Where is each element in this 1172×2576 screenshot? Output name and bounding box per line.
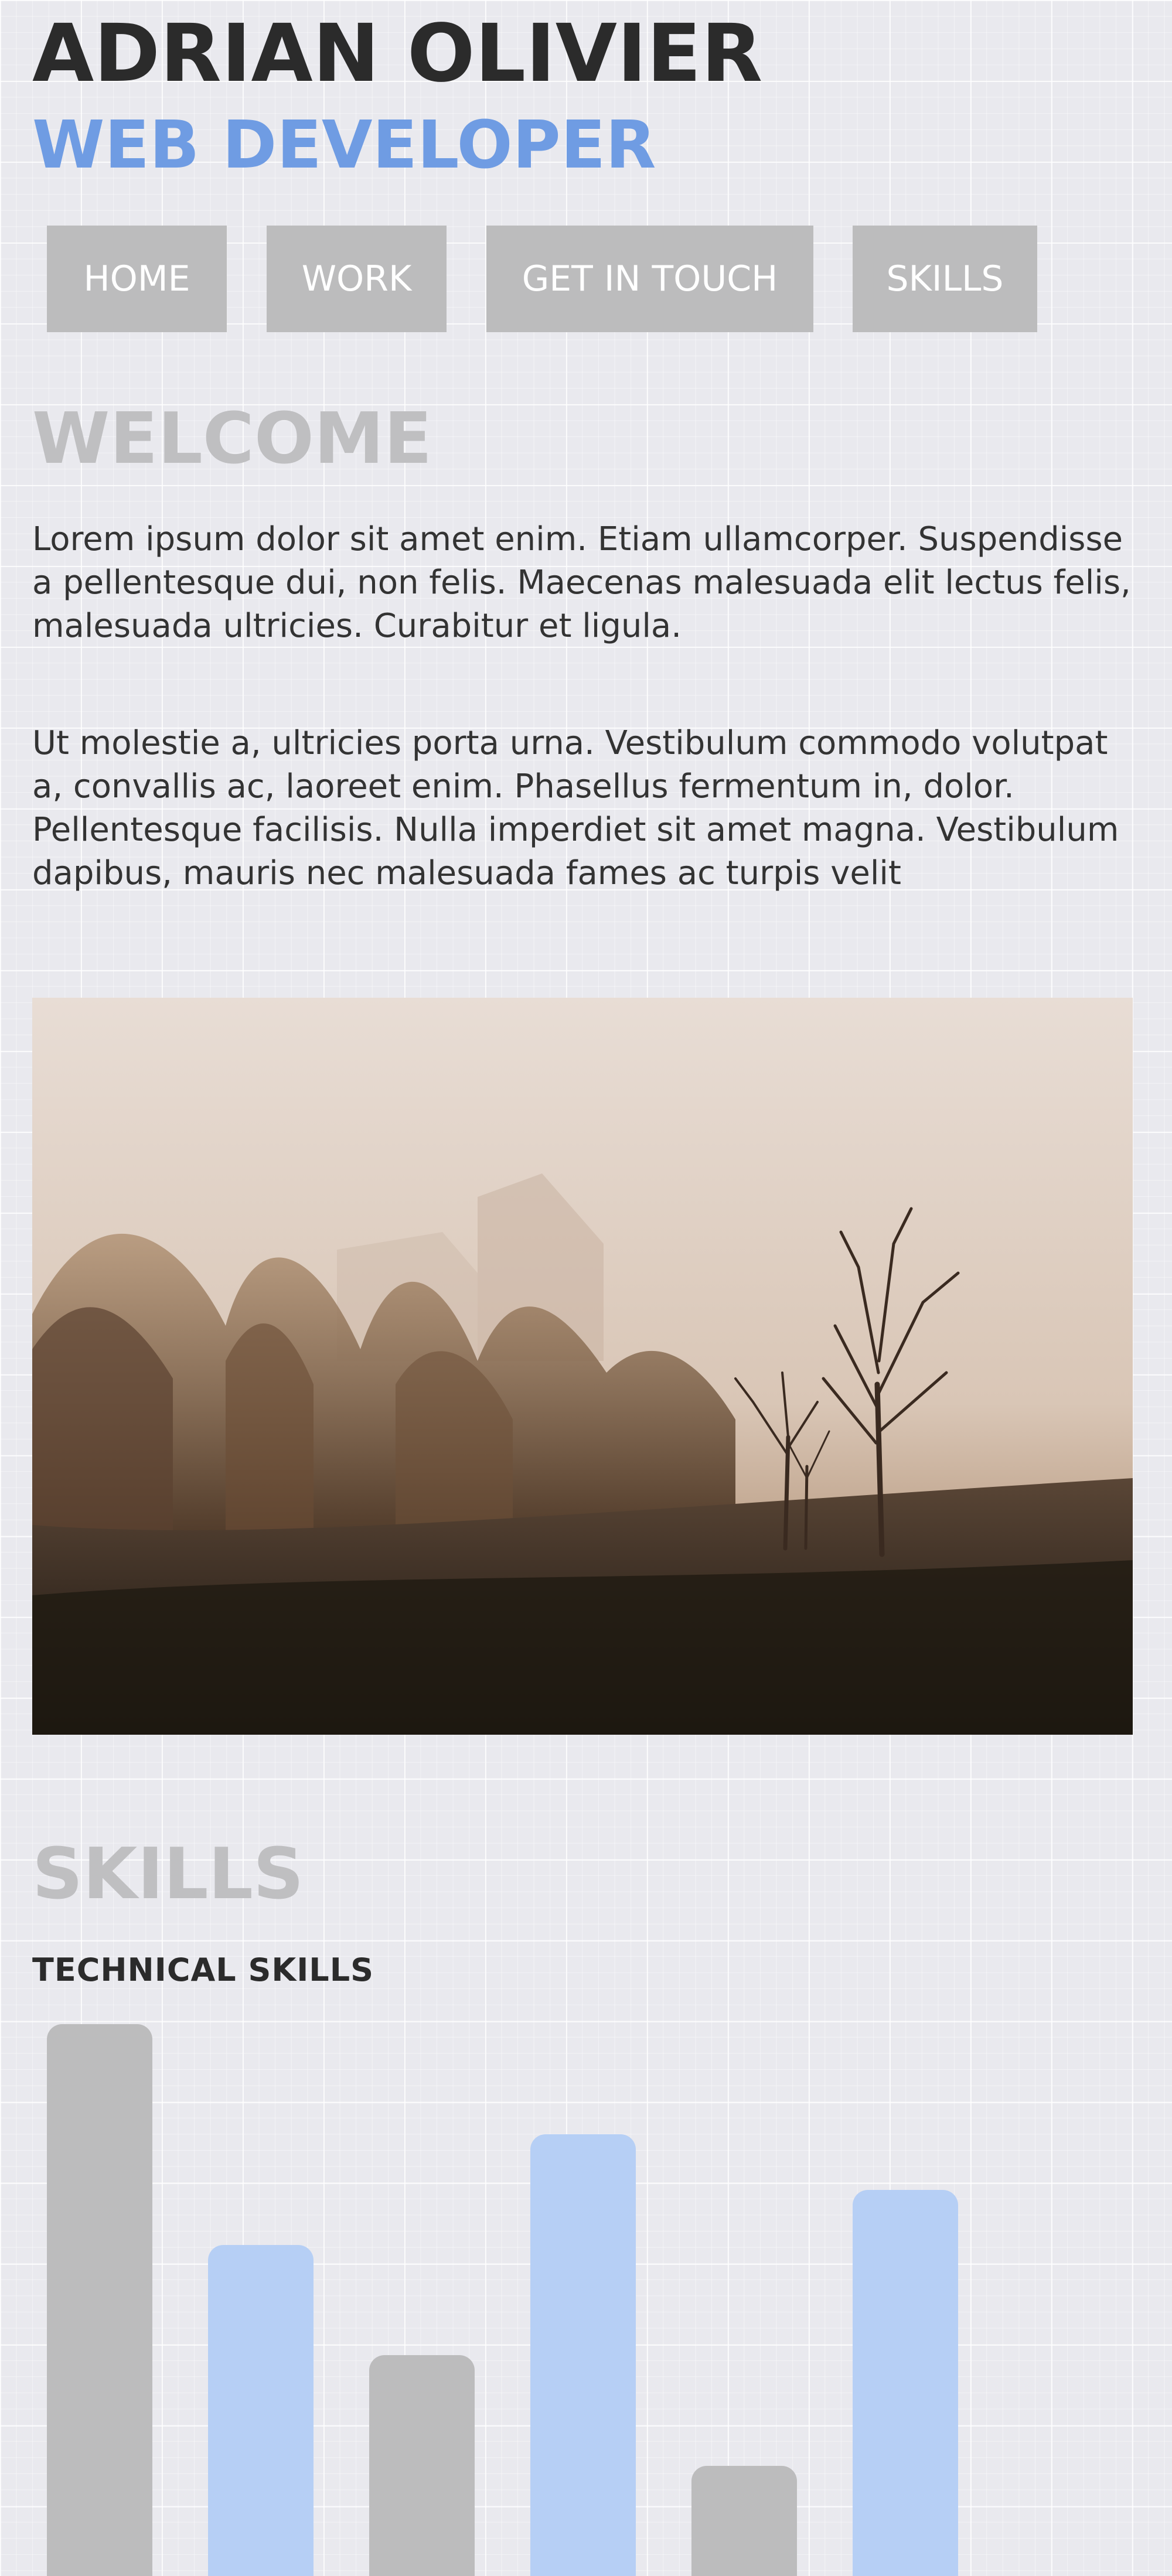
skill-bar [530, 2134, 636, 2576]
skill-bar [853, 2190, 958, 2576]
technical-skills-bar-chart [47, 2024, 1137, 2576]
nav-work-button[interactable]: WORK [267, 226, 447, 332]
welcome-paragraph-1: Lorem ipsum dolor sit amet enim. Etiam u… [32, 520, 1131, 645]
welcome-heading: WELCOME [32, 398, 432, 480]
skill-bar [691, 2466, 797, 2576]
technical-skills-subheading: TECHNICAL SKILLS [32, 1951, 374, 1988]
site-role: WEB DEVELOPER [32, 107, 656, 183]
nav-skills-button[interactable]: SKILLS [853, 226, 1037, 332]
nav-home-button[interactable]: HOME [47, 226, 227, 332]
welcome-paragraph-2: Ut molestie a, ultricies porta urna. Ves… [32, 724, 1119, 892]
skill-bar [208, 2245, 314, 2576]
skill-bar [47, 2024, 152, 2576]
skills-heading: SKILLS [32, 1834, 304, 1915]
nav-get-in-touch-button[interactable]: GET IN TOUCH [486, 226, 813, 332]
skill-bar [369, 2355, 475, 2576]
site-name: ADRIAN OLIVIER [32, 8, 763, 100]
misty-landscape-photo [32, 998, 1133, 1735]
